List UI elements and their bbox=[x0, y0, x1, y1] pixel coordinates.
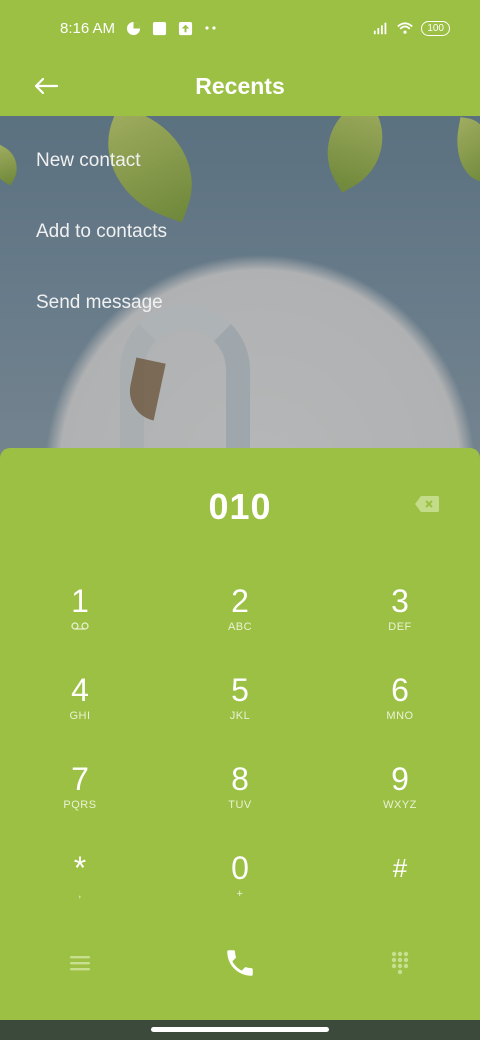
more-dots-icon bbox=[203, 20, 219, 36]
key-8[interactable]: 8 TUV bbox=[160, 756, 320, 845]
key-star[interactable]: * , bbox=[0, 845, 160, 934]
add-to-contacts-option[interactable]: Add to contacts bbox=[0, 196, 480, 267]
key-7[interactable]: 7 PQRS bbox=[0, 756, 160, 845]
key-letters: MNO bbox=[386, 710, 414, 722]
voicemail-icon bbox=[71, 622, 89, 630]
home-gesture-handle[interactable] bbox=[151, 1027, 329, 1032]
key-digit: 1 bbox=[71, 583, 89, 619]
arrow-left-icon bbox=[34, 77, 59, 95]
key-2[interactable]: 2 ABC bbox=[160, 578, 320, 667]
key-digit: 3 bbox=[391, 583, 409, 619]
call-button[interactable] bbox=[160, 946, 320, 980]
app-bar: Recents bbox=[0, 56, 480, 116]
dial-pad: 010 1 2 ABC 3 DEF 4 GHI 5 JKL 6 MNO 7 PQ… bbox=[0, 448, 480, 1020]
new-contact-option[interactable]: New contact bbox=[0, 125, 480, 196]
key-letters: WXYZ bbox=[383, 799, 417, 811]
square-notification-icon bbox=[151, 20, 167, 36]
page-title: Recents bbox=[195, 72, 285, 99]
key-0[interactable]: 0 + bbox=[160, 845, 320, 934]
key-digit: 7 bbox=[71, 761, 89, 797]
key-digit: 5 bbox=[231, 672, 249, 708]
wifi-icon bbox=[397, 20, 414, 36]
key-digit: # bbox=[392, 853, 408, 883]
key-letters: JKL bbox=[229, 710, 251, 722]
dialpad-icon bbox=[391, 951, 409, 975]
key-digit: 4 bbox=[71, 672, 89, 708]
menu-icon bbox=[70, 956, 90, 971]
status-time: 8:16 AM bbox=[60, 19, 116, 37]
send-message-option[interactable]: Send message bbox=[0, 267, 480, 338]
key-letters: DEF bbox=[388, 621, 412, 633]
phone-call-icon bbox=[227, 950, 253, 976]
key-letters: PQRS bbox=[63, 799, 97, 811]
dialpad-actions bbox=[0, 933, 480, 993]
key-letters: + bbox=[236, 888, 244, 900]
backspace-button[interactable] bbox=[414, 495, 440, 513]
key-digit: 2 bbox=[231, 583, 249, 619]
key-digit: 9 bbox=[391, 761, 409, 797]
key-letters: ABC bbox=[227, 621, 253, 633]
key-4[interactable]: 4 GHI bbox=[0, 667, 160, 756]
battery-icon: 100 bbox=[421, 20, 450, 36]
backspace-icon bbox=[415, 496, 439, 512]
options-menu: New contact Add to contacts Send message bbox=[0, 125, 480, 338]
key-letters: TUV bbox=[228, 799, 252, 811]
key-1[interactable]: 1 bbox=[0, 578, 160, 667]
key-6[interactable]: 6 MNO bbox=[320, 667, 480, 756]
key-letters: , bbox=[78, 888, 82, 900]
upload-icon bbox=[177, 20, 193, 36]
key-digit: 0 bbox=[231, 850, 249, 886]
key-5[interactable]: 5 JKL bbox=[160, 667, 320, 756]
status-bar: 8:16 AM 100 bbox=[0, 0, 480, 56]
data-saver-icon bbox=[125, 20, 141, 36]
back-button[interactable] bbox=[28, 68, 64, 104]
menu-button[interactable] bbox=[0, 954, 160, 972]
key-3[interactable]: 3 DEF bbox=[320, 578, 480, 667]
key-hash[interactable]: # bbox=[320, 845, 480, 934]
key-digit: 6 bbox=[391, 672, 409, 708]
keypad-grid: 1 2 ABC 3 DEF 4 GHI 5 JKL 6 MNO 7 PQRS 8 bbox=[0, 578, 480, 934]
dialed-number: 010 bbox=[208, 486, 272, 527]
dialed-number-row: 010 bbox=[0, 448, 480, 566]
key-9[interactable]: 9 WXYZ bbox=[320, 756, 480, 845]
key-letters: GHI bbox=[69, 710, 91, 722]
dialpad-toggle-button[interactable] bbox=[320, 950, 480, 976]
key-digit: 8 bbox=[231, 761, 249, 797]
signal-icon bbox=[373, 20, 389, 36]
key-digit: * bbox=[73, 850, 87, 886]
